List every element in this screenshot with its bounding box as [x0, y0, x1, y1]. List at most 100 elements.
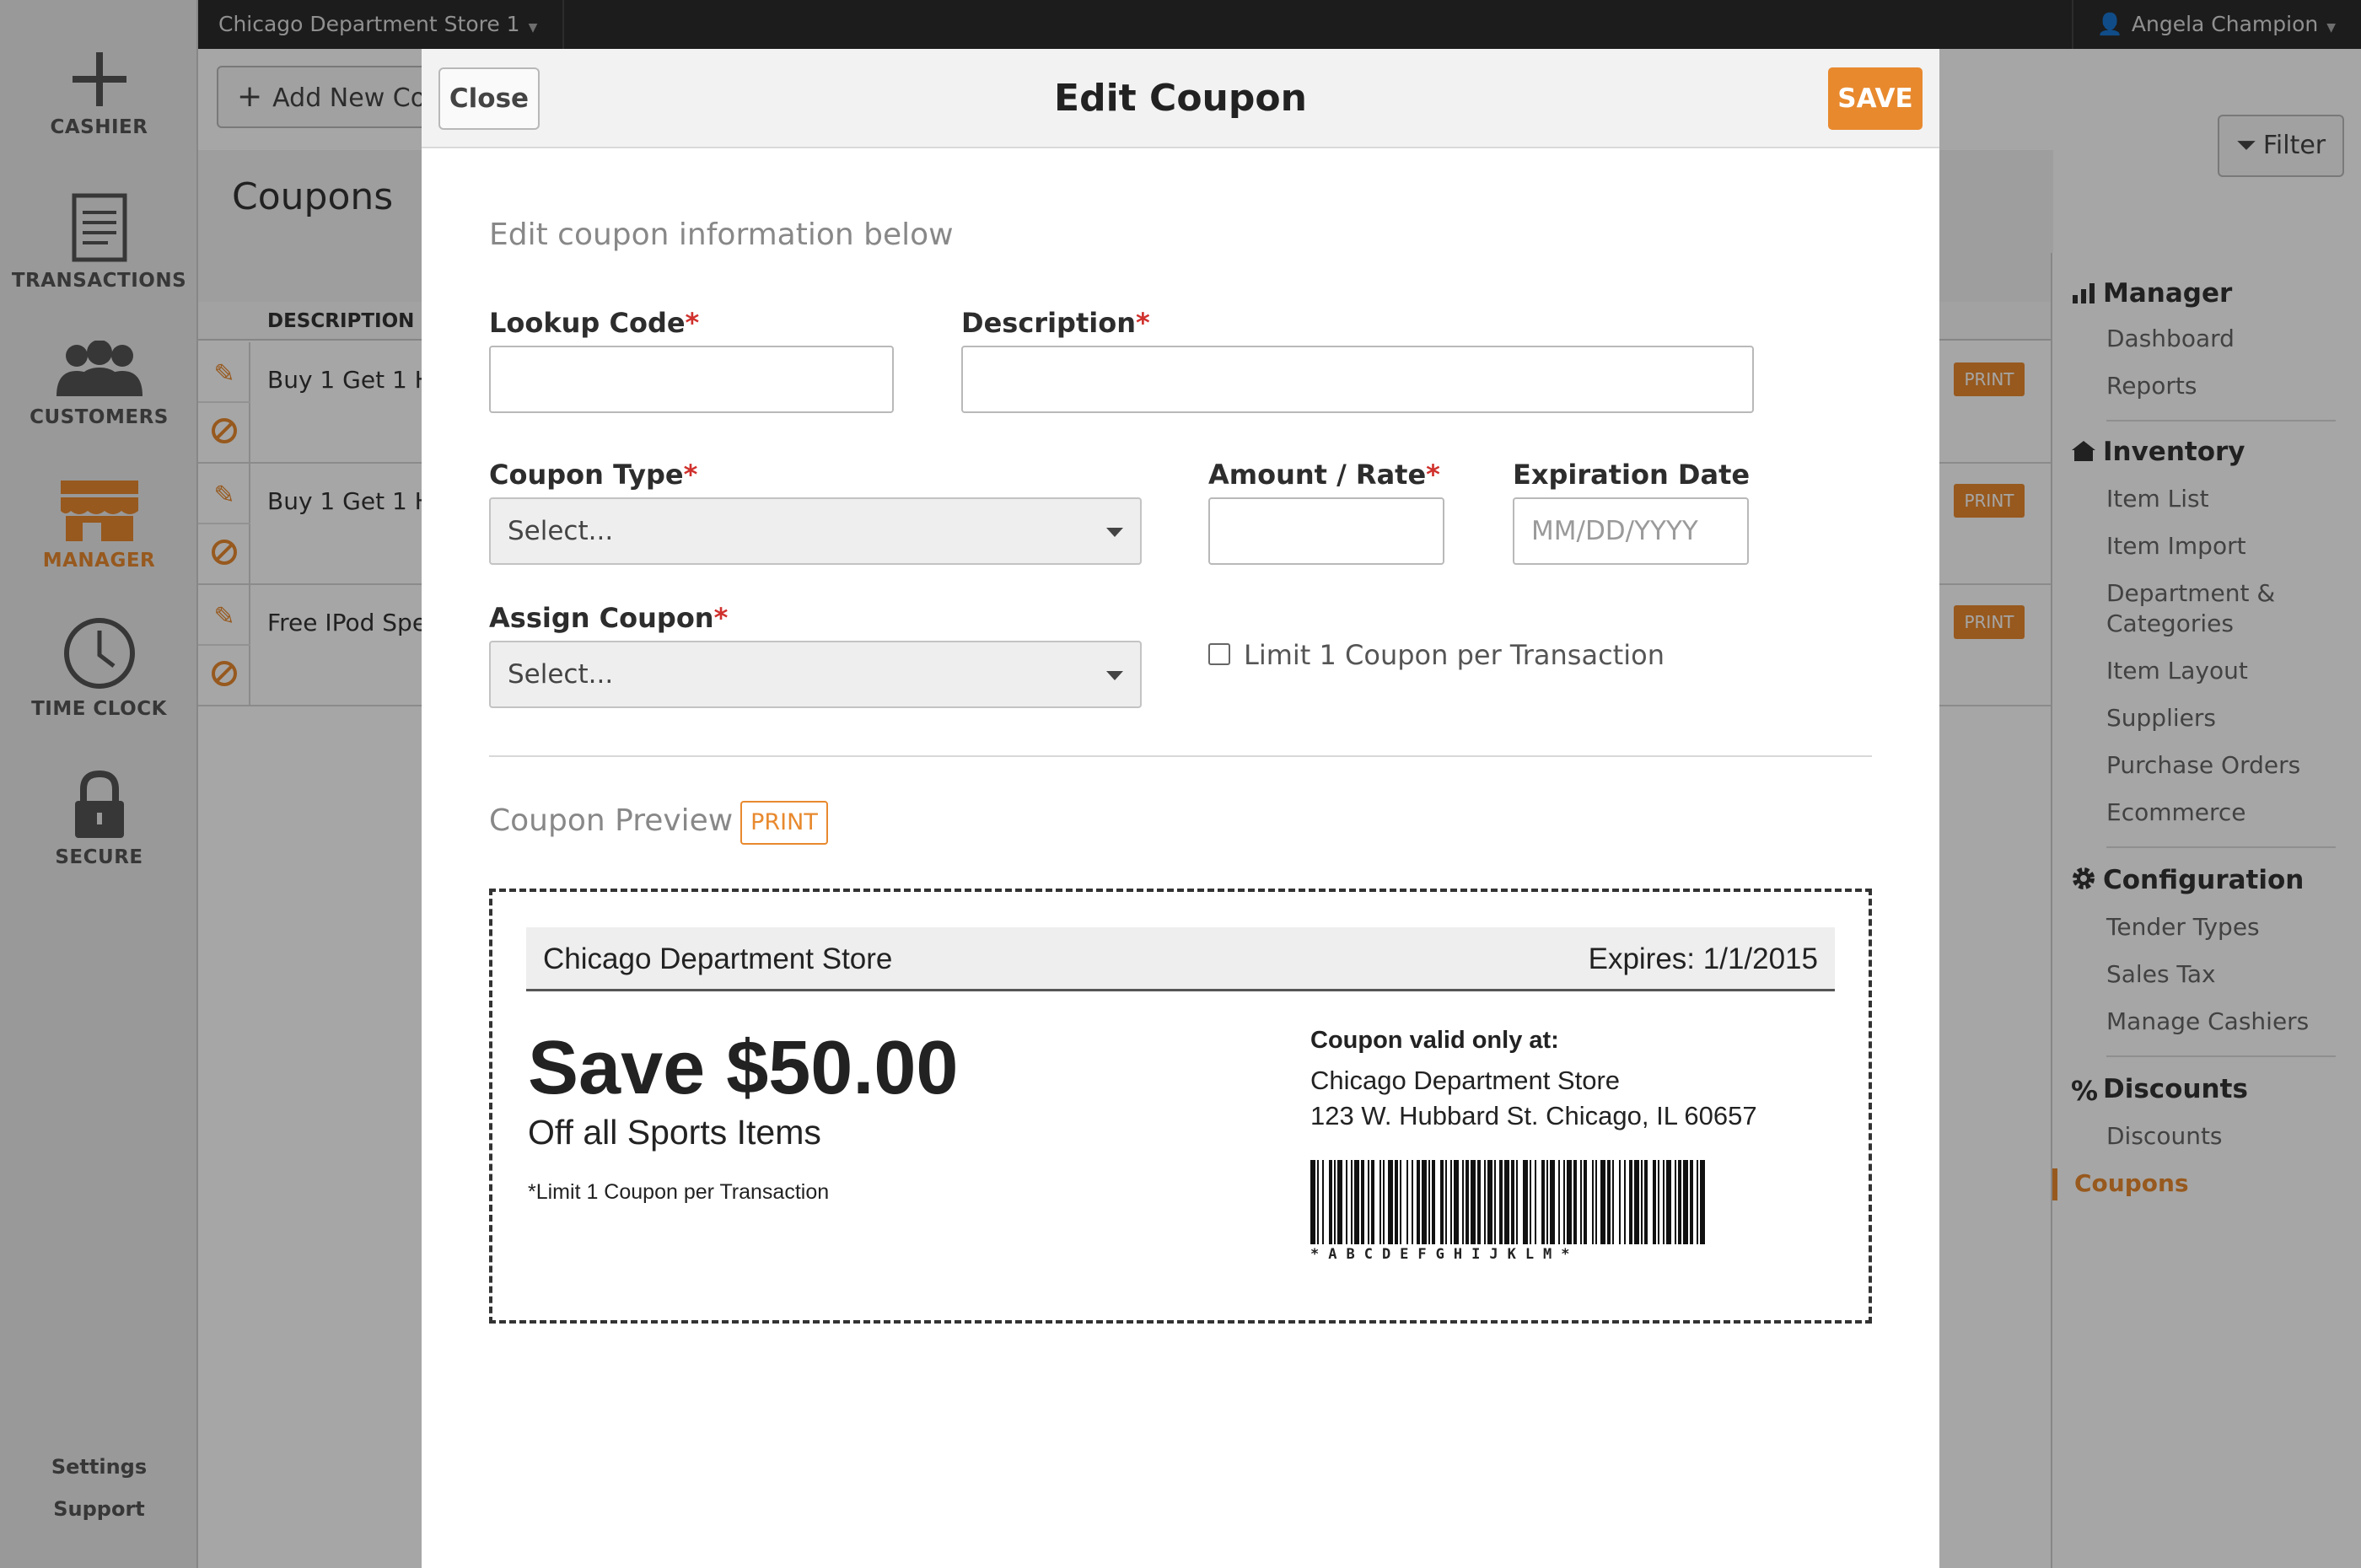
barcode-bar: [1683, 1160, 1688, 1244]
barcode-bar: [1516, 1160, 1518, 1244]
barcode-bar: [1484, 1160, 1486, 1244]
barcode-bar: [1530, 1160, 1531, 1244]
barcode-bar: [1494, 1160, 1496, 1244]
barcode-bar: [1400, 1160, 1401, 1244]
coupon-valid-heading: Coupon valid only at:: [1310, 1027, 1559, 1054]
limit-coupon-checkbox[interactable]: Limit 1 Coupon per Transaction: [1208, 639, 1665, 671]
modal-subtitle: Edit coupon information below: [489, 217, 954, 252]
barcode-bar: [1334, 1160, 1336, 1244]
coupon-offer: Off all Sports Items: [528, 1113, 821, 1152]
edit-coupon-modal: Edit Coupon Close SAVE Edit coupon infor…: [422, 49, 1939, 1568]
coupon-header: Chicago Department Store Expires: 1/1/20…: [526, 927, 1835, 991]
coupon-preview: Chicago Department Store Expires: 1/1/20…: [489, 889, 1872, 1324]
section-divider: [489, 755, 1872, 757]
barcode-bar: [1354, 1160, 1359, 1244]
lookup-code-label-text: Lookup Code: [489, 307, 686, 339]
barcode-bar: [1558, 1160, 1560, 1244]
barcode-bar: [1595, 1160, 1597, 1244]
coupon-valid-store: Chicago Department Store: [1310, 1066, 1621, 1095]
barcode-bar: [1412, 1160, 1413, 1244]
lookup-code-input[interactable]: [489, 346, 894, 413]
barcode-bar: [1700, 1160, 1705, 1244]
barcode-bar: [1658, 1160, 1659, 1244]
barcode-bar: [1511, 1160, 1514, 1244]
description-label-text: Description: [961, 307, 1136, 339]
barcode-bar: [1675, 1160, 1676, 1244]
barcode-bar: [1624, 1160, 1626, 1244]
coupon-amount: Save $50.00: [528, 1026, 959, 1110]
barcode-bar: [1535, 1160, 1536, 1244]
coupon-address: 123 W. Hubbard St. Chicago, IL 60657: [1310, 1101, 1757, 1130]
barcode-bar: [1395, 1160, 1398, 1244]
coupon-type-value: Select...: [508, 516, 614, 546]
barcode-bar: [1462, 1160, 1464, 1244]
coupon-type-select[interactable]: Select...: [489, 497, 1142, 565]
barcode-bar: [1600, 1160, 1605, 1244]
barcode-bar: [1417, 1160, 1420, 1244]
description-label: Description*: [961, 307, 1150, 339]
barcode-bar: [1663, 1160, 1665, 1244]
barcode-bar: [1454, 1160, 1459, 1244]
barcode: [1310, 1160, 1705, 1244]
amount-rate-input[interactable]: [1208, 497, 1444, 565]
barcode-bar: [1619, 1160, 1621, 1244]
preview-print-button[interactable]: PRINT: [740, 801, 828, 845]
coupon-preview-label: Coupon Preview: [489, 803, 734, 838]
coupon-limit-note: *Limit 1 Coupon per Transaction: [528, 1180, 830, 1204]
required-marker: *: [1135, 307, 1150, 339]
description-input[interactable]: [961, 346, 1754, 413]
barcode-bar: [1641, 1160, 1643, 1244]
barcode-bar: [1379, 1160, 1381, 1244]
barcode-bar: [1541, 1160, 1545, 1244]
barcode-bar: [1550, 1160, 1555, 1244]
assign-coupon-value: Select...: [508, 659, 614, 690]
modal-title: Edit Coupon: [1054, 77, 1307, 120]
lookup-code-label: Lookup Code*: [489, 307, 699, 339]
limit-coupon-label: Limit 1 Coupon per Transaction: [1244, 639, 1665, 671]
barcode-bar: [1629, 1160, 1632, 1244]
barcode-bar: [1310, 1160, 1315, 1244]
barcode-bar: [1504, 1160, 1509, 1244]
barcode-bar: [1383, 1160, 1385, 1244]
barcode-bar: [1471, 1160, 1476, 1244]
required-marker: *: [683, 459, 698, 491]
barcode-bar: [1466, 1160, 1469, 1244]
checkbox-box[interactable]: [1208, 643, 1230, 665]
barcode-bar: [1612, 1160, 1614, 1244]
expiration-date-input[interactable]: [1513, 497, 1749, 565]
barcode-bar: [1428, 1160, 1430, 1244]
save-button[interactable]: SAVE: [1828, 67, 1923, 130]
barcode-bar: [1573, 1160, 1577, 1244]
close-button[interactable]: Close: [438, 67, 540, 130]
barcode-bar: [1337, 1160, 1342, 1244]
barcode-bar: [1644, 1160, 1648, 1244]
barcode-bar: [1592, 1160, 1594, 1244]
barcode-bar: [1371, 1160, 1374, 1244]
assign-coupon-select[interactable]: Select...: [489, 641, 1142, 708]
barcode-bar: [1697, 1160, 1698, 1244]
barcode-bar: [1329, 1160, 1332, 1244]
barcode-bar: [1445, 1160, 1447, 1244]
barcode-bar: [1666, 1160, 1671, 1244]
assign-coupon-label-text: Assign Coupon: [489, 602, 714, 634]
barcode-bar: [1634, 1160, 1639, 1244]
barcode-text: *ABCDEFGHIJKLM*: [1310, 1246, 1579, 1263]
assign-coupon-label: Assign Coupon*: [489, 602, 728, 634]
barcode-bar: [1450, 1160, 1452, 1244]
coupon-type-label-text: Coupon Type: [489, 459, 684, 491]
barcode-bar: [1487, 1160, 1492, 1244]
modal-header: Edit Coupon Close SAVE: [422, 49, 1939, 148]
barcode-bar: [1523, 1160, 1528, 1244]
barcode-bar: [1388, 1160, 1393, 1244]
barcode-bar: [1690, 1160, 1693, 1244]
required-marker: *: [685, 307, 700, 339]
expiration-date-label: Expiration Date: [1513, 459, 1751, 491]
required-marker: *: [1426, 459, 1440, 491]
coupon-store-name: Chicago Department Store: [543, 942, 893, 975]
barcode-bar: [1563, 1160, 1565, 1244]
barcode-bar: [1440, 1160, 1444, 1244]
required-marker: *: [713, 602, 729, 634]
barcode-bar: [1322, 1160, 1324, 1244]
barcode-bar: [1432, 1160, 1435, 1244]
coupon-type-label: Coupon Type*: [489, 459, 697, 491]
